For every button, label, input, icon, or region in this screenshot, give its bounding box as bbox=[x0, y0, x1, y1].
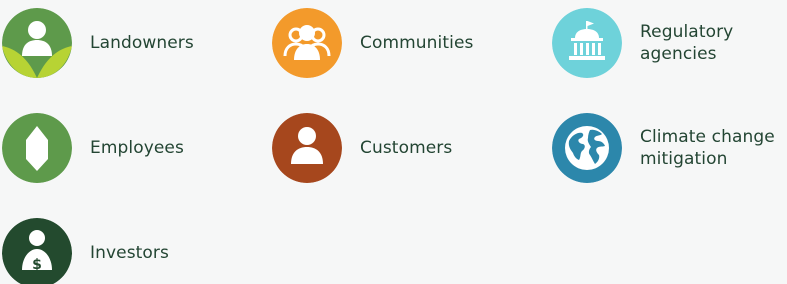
stakeholder-employees: Employees bbox=[2, 113, 184, 183]
stakeholder-investors: $ Investors bbox=[2, 218, 169, 284]
leaf-icon bbox=[2, 113, 72, 183]
stakeholder-label: Landowners bbox=[90, 33, 194, 53]
svg-text:$: $ bbox=[32, 257, 42, 273]
stakeholder-regulatory-agencies: Regulatory agencies bbox=[552, 8, 733, 78]
community-icon bbox=[272, 8, 342, 78]
investor-icon: $ bbox=[2, 218, 72, 284]
landowner-icon bbox=[2, 8, 72, 78]
stakeholder-climate-change-mitigation: Climate change mitigation bbox=[552, 113, 775, 183]
stakeholder-label: Customers bbox=[360, 138, 453, 158]
stakeholder-label: Climate change mitigation bbox=[640, 127, 775, 169]
stakeholder-label: Employees bbox=[90, 138, 184, 158]
government-building-icon bbox=[552, 8, 622, 78]
stakeholder-landowners: Landowners bbox=[2, 8, 194, 78]
customer-icon bbox=[272, 113, 342, 183]
globe-icon bbox=[552, 113, 622, 183]
stakeholder-customers: Customers bbox=[272, 113, 452, 183]
stakeholder-label: Regulatory agencies bbox=[640, 22, 734, 64]
stakeholder-communities: Communities bbox=[272, 8, 473, 78]
stakeholder-label: Investors bbox=[90, 243, 169, 263]
stakeholder-label: Communities bbox=[360, 33, 474, 53]
